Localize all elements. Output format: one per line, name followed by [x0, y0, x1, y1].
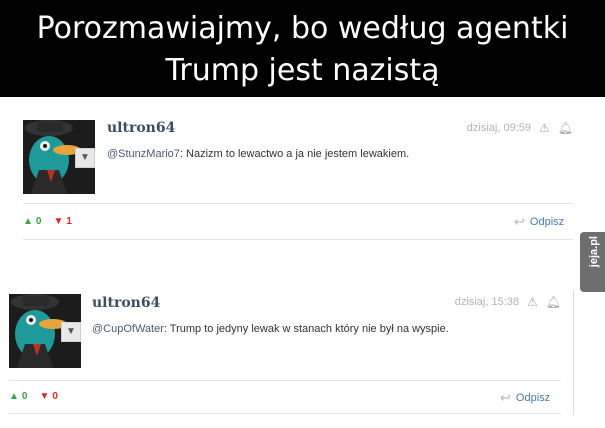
- jeja-badge: jeja.pl: [580, 232, 605, 292]
- triangle-down-icon: ▼: [53, 216, 64, 227]
- downvote-button[interactable]: ▼ 1: [53, 216, 71, 227]
- caption-line-1: Porozmawiajmy, bo według agentki: [36, 11, 569, 46]
- avatar[interactable]: ▼: [9, 294, 81, 368]
- divider: [23, 239, 573, 240]
- timestamp: dzisiaj, 15:38: [454, 296, 519, 308]
- divider: [9, 380, 561, 381]
- comment-body: : Nazizm to lewactwo a ja nie jestem lew…: [179, 148, 410, 160]
- avatar[interactable]: ▼: [23, 120, 95, 194]
- reply-label: Odpisz: [529, 216, 565, 228]
- divider: [23, 203, 573, 204]
- mention-link[interactable]: @CupOfWater: [92, 323, 164, 335]
- downvote-button[interactable]: ▼ 0: [39, 391, 57, 402]
- triangle-up-icon: ▲: [9, 391, 19, 402]
- timestamp: dzisiaj, 09:59: [466, 122, 531, 134]
- divider: [9, 413, 561, 414]
- warning-icon[interactable]: ⚠: [527, 296, 538, 308]
- downvote-count: 0: [52, 391, 58, 402]
- upvote-button[interactable]: ▲ 0: [23, 216, 41, 227]
- reply-arrow-icon: ↩: [500, 390, 511, 405]
- comment-meta: dzisiaj, 15:38 ⚠ 🔔︎: [455, 296, 561, 308]
- upvote-count: 0: [21, 391, 28, 402]
- meme-caption-header: Porozmawiajmy, bo według agentki Trump j…: [0, 0, 605, 97]
- triangle-up-icon: ▲: [23, 216, 33, 227]
- username[interactable]: ultron64: [107, 120, 175, 136]
- chevron-down-icon[interactable]: ▼: [61, 322, 81, 342]
- warning-icon[interactable]: ⚠: [539, 122, 550, 134]
- vote-bar: ▲ 0 ▼ 1: [23, 216, 84, 227]
- comment-body: : Trump to jedyny lewak w stanach który …: [163, 323, 449, 335]
- upvote-button[interactable]: ▲ 0: [9, 391, 27, 402]
- bell-icon[interactable]: 🔔︎: [546, 296, 561, 308]
- bell-icon[interactable]: 🔔︎: [558, 122, 573, 134]
- downvote-count: 1: [66, 216, 72, 227]
- scrollbar[interactable]: [573, 290, 574, 415]
- caption-line-2: Trump jest nazistą: [165, 53, 440, 88]
- mention-link[interactable]: @StunzMario7: [107, 148, 180, 160]
- reply-button[interactable]: ↩ Odpisz: [514, 214, 564, 230]
- vote-bar: ▲ 0 ▼ 0: [9, 391, 70, 402]
- reply-arrow-icon: ↩: [514, 214, 525, 229]
- upvote-count: 0: [35, 216, 42, 227]
- jeja-logo: jeja.pl: [588, 236, 600, 268]
- triangle-down-icon: ▼: [39, 391, 50, 402]
- chevron-down-icon[interactable]: ▼: [75, 148, 95, 168]
- comment-text: @CupOfWater: Trump to jedyny lewak w sta…: [92, 323, 449, 335]
- reply-button[interactable]: ↩ Odpisz: [500, 390, 550, 406]
- username[interactable]: ultron64: [92, 295, 160, 311]
- comment-meta: dzisiaj, 09:59 ⚠ 🔔︎: [467, 122, 573, 134]
- reply-label: Odpisz: [515, 392, 551, 404]
- comment-text: @StunzMario7: Nazizm to lewactwo a ja ni…: [107, 148, 409, 160]
